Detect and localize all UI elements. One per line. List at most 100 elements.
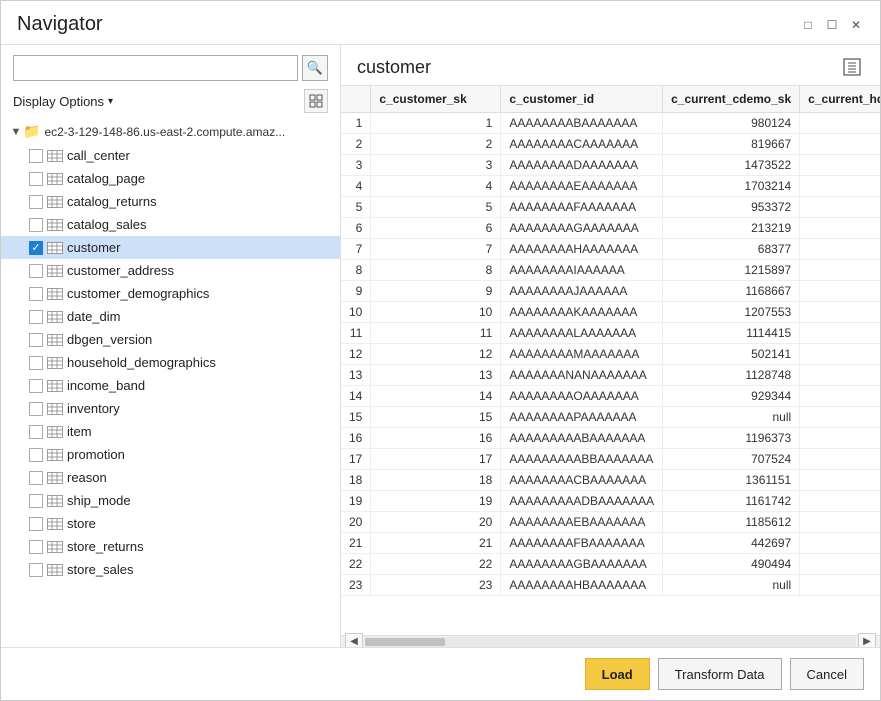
cell-c_current_hdemo_sk: 62 bbox=[800, 155, 880, 176]
table-icon-item bbox=[47, 426, 63, 438]
select-related-icon bbox=[309, 94, 323, 108]
tree-item-label-store_sales: store_sales bbox=[67, 562, 133, 577]
minimize-button[interactable]: □ bbox=[800, 17, 816, 33]
table-row: 77AAAAAAAAHAAAAAAA6837732 bbox=[341, 239, 880, 260]
tree-item-item[interactable]: item bbox=[1, 420, 340, 443]
cell-c_customer_id: AAAAAAAABAAAAAAA bbox=[501, 113, 663, 134]
tree-item-checkbox-date_dim[interactable] bbox=[29, 310, 43, 324]
tree-item-checkbox-ship_mode[interactable] bbox=[29, 494, 43, 508]
table-row: 2121AAAAAAAAFBAAAAAAA44269765 bbox=[341, 533, 880, 554]
select-related-button[interactable] bbox=[304, 89, 328, 113]
tree-item-checkbox-customer[interactable]: ✓ bbox=[29, 241, 43, 255]
table-icon-customer bbox=[47, 242, 63, 254]
cell-c_customer_sk: 1 bbox=[371, 113, 501, 134]
tree-item-store[interactable]: store bbox=[1, 512, 340, 535]
tree-item-checkbox-call_center[interactable] bbox=[29, 149, 43, 163]
cell-c_current_cdemo_sk: 1473522 bbox=[663, 155, 800, 176]
cell-c_current_cdemo_sk: 1168667 bbox=[663, 281, 800, 302]
tree-item-ship_mode[interactable]: ship_mode bbox=[1, 489, 340, 512]
tree-item-reason[interactable]: reason bbox=[1, 466, 340, 489]
table-icon-store bbox=[47, 518, 63, 530]
tree-item-customer_demographics[interactable]: customer_demographics bbox=[1, 282, 340, 305]
tree-item-customer_address[interactable]: customer_address bbox=[1, 259, 340, 282]
row-number: 12 bbox=[341, 344, 371, 365]
tree-item-catalog_returns[interactable]: catalog_returns bbox=[1, 190, 340, 213]
search-input[interactable] bbox=[13, 55, 298, 81]
tree-item-date_dim[interactable]: date_dim bbox=[1, 305, 340, 328]
tree-root-node[interactable]: ▼ 📁 ec2-3-129-148-86.us-east-2.compute.a… bbox=[1, 119, 340, 144]
tree-item-catalog_sales[interactable]: catalog_sales bbox=[1, 213, 340, 236]
row-number: 10 bbox=[341, 302, 371, 323]
maximize-button[interactable]: ☐ bbox=[824, 17, 840, 33]
tree-item-label-dbgen_version: dbgen_version bbox=[67, 332, 152, 347]
tree-item-checkbox-item[interactable] bbox=[29, 425, 43, 439]
row-number: 22 bbox=[341, 554, 371, 575]
tree-item-label-customer: customer bbox=[67, 240, 120, 255]
cell-c_customer_id: AAAAAAAAABAAAAAAA bbox=[501, 428, 663, 449]
tree-item-promotion[interactable]: promotion bbox=[1, 443, 340, 466]
cell-c_customer_sk: 18 bbox=[371, 470, 501, 491]
tree-item-checkbox-customer_demographics[interactable] bbox=[29, 287, 43, 301]
table-row: 2020AAAAAAAAEBAAAAAAA1185612. bbox=[341, 512, 880, 533]
preview-title: customer bbox=[357, 57, 431, 78]
scroll-thumb[interactable] bbox=[365, 638, 445, 646]
cell-c_current_cdemo_sk: 819667 bbox=[663, 134, 800, 155]
tree-item-checkbox-promotion[interactable] bbox=[29, 448, 43, 462]
col-header-c_customer_sk: c_customer_sk bbox=[371, 86, 501, 113]
horizontal-scrollbar[interactable]: ◀ ▶ bbox=[341, 635, 880, 647]
tree-item-checkbox-store[interactable] bbox=[29, 517, 43, 531]
table-row: 88AAAAAAAAIAAAAAA121589724 bbox=[341, 260, 880, 281]
tree-item-label-store: store bbox=[67, 516, 96, 531]
tree-item-checkbox-income_band[interactable] bbox=[29, 379, 43, 393]
tree-item-checkbox-customer_address[interactable] bbox=[29, 264, 43, 278]
tree-item-inventory[interactable]: inventory bbox=[1, 397, 340, 420]
scroll-track[interactable] bbox=[365, 637, 856, 647]
cell-c_customer_id: AAAAAAAAABBAAAAAAA bbox=[501, 449, 663, 470]
cell-c_current_cdemo_sk: 1361151 bbox=[663, 470, 800, 491]
cell-c_current_cdemo_sk: 1215897 bbox=[663, 260, 800, 281]
search-button[interactable]: 🔍 bbox=[302, 55, 328, 81]
tree-item-catalog_page[interactable]: catalog_page bbox=[1, 167, 340, 190]
tree-item-store_returns[interactable]: store_returns bbox=[1, 535, 340, 558]
table-row: 1111AAAAAAAALAAAAAAA111441568 bbox=[341, 323, 880, 344]
display-options-button[interactable]: Display Options ▾ bbox=[13, 94, 113, 109]
data-table-container[interactable]: c_customer_skc_customer_idc_current_cdem… bbox=[341, 85, 880, 635]
tree-item-label-ship_mode: ship_mode bbox=[67, 493, 131, 508]
cancel-button[interactable]: Cancel bbox=[790, 658, 864, 690]
cell-c_customer_id: AAAAAAANANAAAAAAA bbox=[501, 365, 663, 386]
tree-item-store_sales[interactable]: store_sales bbox=[1, 558, 340, 581]
tree-item-dbgen_version[interactable]: dbgen_version bbox=[1, 328, 340, 351]
tree-item-checkbox-inventory[interactable] bbox=[29, 402, 43, 416]
row-number: 21 bbox=[341, 533, 371, 554]
tree-item-checkbox-catalog_page[interactable] bbox=[29, 172, 43, 186]
cell-c_current_cdemo_sk: 1185612 bbox=[663, 512, 800, 533]
table-icon-household_demographics bbox=[47, 357, 63, 369]
cell-c_current_hdemo_sk: 32 bbox=[800, 239, 880, 260]
preview-export-icon[interactable] bbox=[840, 55, 864, 79]
tree-scroll[interactable]: ▼ 📁 ec2-3-129-148-86.us-east-2.compute.a… bbox=[1, 119, 340, 647]
tree-item-checkbox-reason[interactable] bbox=[29, 471, 43, 485]
cell-c_current_hdemo_sk: 63 bbox=[800, 218, 880, 239]
tree-item-income_band[interactable]: income_band bbox=[1, 374, 340, 397]
tree-item-checkbox-catalog_returns[interactable] bbox=[29, 195, 43, 209]
cell-c_current_hdemo_sk: 68 bbox=[800, 323, 880, 344]
tree-items-container: call_center catalog_page catalog_returns… bbox=[1, 144, 340, 581]
tree-item-checkbox-dbgen_version[interactable] bbox=[29, 333, 43, 347]
tree-item-checkbox-catalog_sales[interactable] bbox=[29, 218, 43, 232]
cell-c_customer_id: AAAAAAAAEBAAAAAAA bbox=[501, 512, 663, 533]
tree-item-checkbox-household_demographics[interactable] bbox=[29, 356, 43, 370]
table-row: 1717AAAAAAAAABBAAAAAAA70752438 bbox=[341, 449, 880, 470]
tree-item-checkbox-store_sales[interactable] bbox=[29, 563, 43, 577]
table-icon-catalog_sales bbox=[47, 219, 63, 231]
col-header-c_current_cdemo_sk: c_current_cdemo_sk bbox=[663, 86, 800, 113]
cell-c_current_hdemo_sk: 30 bbox=[800, 428, 880, 449]
load-button[interactable]: Load bbox=[585, 658, 650, 690]
tree-item-checkbox-store_returns[interactable] bbox=[29, 540, 43, 554]
cell-c_current_hdemo_sk: 42 bbox=[800, 491, 880, 512]
tree-item-call_center[interactable]: call_center bbox=[1, 144, 340, 167]
transform-data-button[interactable]: Transform Data bbox=[658, 658, 782, 690]
close-button[interactable]: ✕ bbox=[848, 17, 864, 33]
tree-item-customer[interactable]: ✓ customer bbox=[1, 236, 340, 259]
cell-c_current_cdemo_sk: 1161742 bbox=[663, 491, 800, 512]
tree-item-household_demographics[interactable]: household_demographics bbox=[1, 351, 340, 374]
